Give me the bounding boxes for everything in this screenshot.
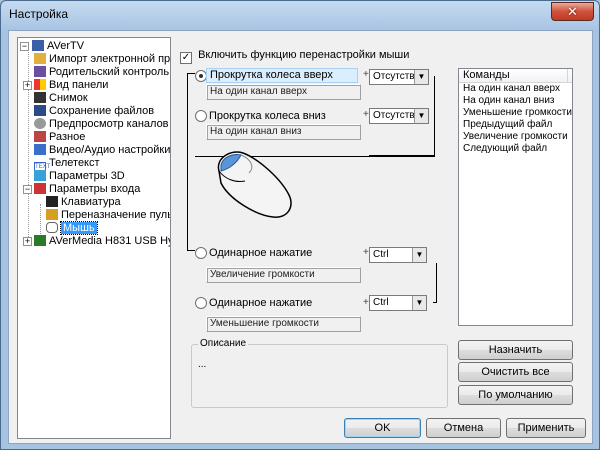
click2-modifier-select[interactable]: Ctrl ▼ — [369, 295, 427, 311]
cancel-button[interactable]: Отмена — [426, 418, 501, 438]
tree-collapse-toggle[interactable]: − — [20, 42, 29, 51]
tree-item-parental-control[interactable]: Родительский контроль — [34, 66, 169, 79]
tree-item-keyboard[interactable]: Клавиатура — [46, 196, 121, 209]
plus-sign: + — [363, 297, 369, 308]
plus-sign: + — [363, 109, 369, 120]
tree-item-panel-view[interactable]: Вид панели — [34, 79, 108, 92]
tree-item-epg-import[interactable]: Импорт электронной прогр — [34, 53, 170, 66]
click1-label: Одинарное нажатие — [209, 247, 313, 259]
checkbox-box[interactable]: ✓ — [180, 52, 192, 64]
clear-all-button[interactable]: Очистить все — [458, 362, 573, 382]
chevron-down-icon[interactable]: ▼ — [412, 296, 426, 310]
ok-button[interactable]: OK — [344, 418, 421, 438]
enable-remap-checkbox[interactable]: ✓ Включить функцию перенастройки мыши — [180, 49, 409, 64]
click1-modifier-select[interactable]: Ctrl ▼ — [369, 247, 427, 263]
list-item[interactable]: На один канал вверх — [459, 83, 572, 95]
eye-icon — [34, 118, 46, 129]
tree-item-input-settings[interactable]: Параметры входа — [34, 183, 140, 196]
list-item[interactable]: Уменьшение громкости — [459, 107, 572, 119]
misc-icon — [34, 131, 46, 142]
click1-radio[interactable] — [195, 247, 207, 259]
dialog-client-area: − AVerTV Импорт электронной прогр Родите… — [8, 30, 593, 444]
list-item[interactable]: Предыдущий файл — [459, 119, 572, 131]
mouse-illustration-icon — [217, 151, 292, 218]
3d-icon — [34, 170, 46, 181]
tree-item-remote-remap[interactable]: Переназначение пульт — [46, 209, 170, 222]
click2-label: Одинарное нажатие — [209, 297, 313, 309]
keyboard-icon — [46, 196, 58, 207]
camera-icon — [34, 92, 46, 103]
defaults-button[interactable]: По умолчанию — [458, 385, 573, 405]
tree-item-misc[interactable]: Разное — [34, 131, 85, 144]
description-text: ... — [198, 359, 207, 370]
close-button[interactable]: ✕ — [551, 2, 594, 21]
wheel-down-label: Прокрутка колеса вниз — [209, 110, 326, 122]
tree-expand-toggle[interactable]: + — [23, 237, 32, 246]
chevron-down-icon[interactable]: ▼ — [414, 109, 428, 123]
monitor-icon — [32, 40, 44, 51]
panel-icon — [34, 79, 46, 90]
tree-collapse-toggle[interactable]: − — [23, 185, 32, 194]
wheel-down-radio[interactable] — [195, 110, 207, 122]
tree-item-channel-preview[interactable]: Предпросмотр каналов — [34, 118, 169, 131]
tree-line — [40, 204, 41, 236]
connector-line — [433, 263, 437, 303]
input-icon — [34, 183, 46, 194]
tuner-card-icon — [34, 235, 46, 246]
chevron-down-icon[interactable]: ▼ — [414, 70, 428, 84]
window-title: Настройка — [9, 7, 69, 21]
tree-item-snapshot[interactable]: Снимок — [34, 92, 88, 105]
floppy-icon — [34, 105, 46, 116]
commands-column-header[interactable]: Команды — [459, 69, 572, 83]
wheel-down-modifier-select[interactable]: Отсутству ▼ — [369, 108, 429, 124]
settings-tree[interactable]: − AVerTV Импорт электронной прогр Родите… — [17, 37, 171, 439]
tree-expand-toggle[interactable]: + — [23, 81, 32, 90]
chevron-down-icon[interactable]: ▼ — [412, 248, 426, 262]
commands-list[interactable]: Команды На один канал вверх На один кана… — [458, 68, 573, 326]
list-item[interactable]: Следующий файл — [459, 143, 572, 155]
tree-item-avertv[interactable]: AVerTV — [32, 40, 84, 53]
tree-item-av-settings[interactable]: Видео/Аудио настройки — [34, 144, 170, 157]
tools-icon — [34, 144, 46, 155]
plus-sign: + — [363, 69, 369, 80]
tree-item-mouse[interactable]: Мышь — [46, 221, 98, 235]
connector-line — [187, 73, 195, 251]
tree-item-teletext[interactable]: TEXTТелетекст — [34, 157, 100, 173]
wheel-up-action-field: На один канал вверх — [206, 84, 361, 100]
wheel-up-modifier-select[interactable]: Отсутству ▼ — [369, 69, 429, 85]
plus-sign: + — [363, 247, 369, 258]
list-item[interactable]: Увеличение громкости — [459, 131, 572, 143]
import-icon — [34, 53, 46, 64]
remote-icon — [46, 209, 58, 220]
mouse-icon — [46, 222, 58, 233]
tree-item-save-files[interactable]: Сохранение файлов — [34, 105, 154, 118]
title-bar[interactable]: Настройка ✕ — [1, 1, 599, 29]
settings-window: Настройка ✕ − AVerTV Импорт электронной … — [0, 0, 600, 450]
click2-action-field: Уменьшение громкости — [206, 316, 361, 332]
wheel-up-label: Прокрутка колеса вверх — [206, 68, 358, 83]
wheel-down-action-field: На один канал вниз — [206, 124, 361, 140]
description-group: Описание ... — [191, 338, 448, 408]
list-item[interactable]: На один канал вниз — [459, 95, 572, 107]
assign-button[interactable]: Назначить — [458, 340, 573, 360]
apply-button[interactable]: Применить — [506, 418, 586, 438]
tree-item-3d-settings[interactable]: Параметры 3D — [34, 170, 125, 183]
tree-item-device[interactable]: AVerMedia H831 USB Hybric — [34, 235, 170, 248]
click2-radio[interactable] — [195, 297, 207, 309]
connector-line — [195, 156, 199, 157]
parental-icon — [34, 66, 46, 77]
description-title: Описание — [198, 338, 249, 349]
close-icon: ✕ — [567, 4, 578, 19]
click1-action-field: Увеличение громкости — [206, 267, 361, 283]
